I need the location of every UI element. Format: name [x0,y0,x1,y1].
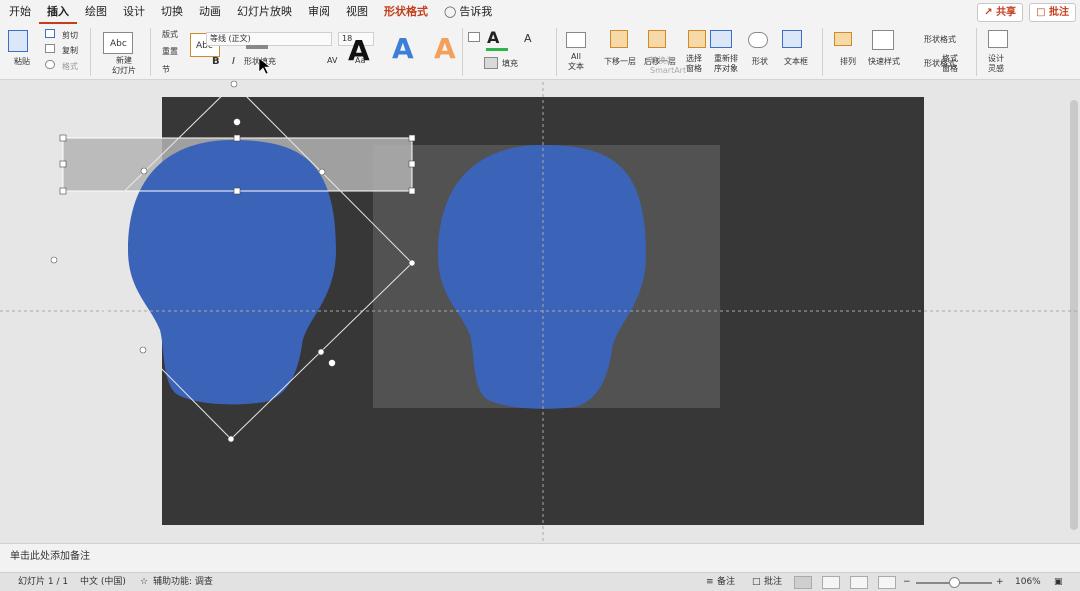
slideshow-icon[interactable] [878,576,896,589]
rectangle-rotate-handle[interactable] [233,118,241,126]
slide-count: 幻灯片 1 / 1 [18,577,69,587]
accessibility-icon[interactable]: ☆ [140,573,148,591]
language[interactable]: 中文 (中国) [80,573,126,591]
notes-pane[interactable]: 单击此处添加备注 [0,543,1080,572]
accessibility-status[interactable]: 辅助功能: 调查 [153,573,213,591]
left-head-shape[interactable] [128,140,336,405]
reading-view-icon[interactable] [850,576,868,589]
fit-window-icon[interactable]: ▣ [1054,573,1063,591]
slide-overlay [0,57,1080,543]
zoom-slider-thumb[interactable] [949,577,960,588]
zoom-level[interactable]: 106% [1015,573,1041,591]
comment-icon[interactable]: □ [752,573,761,591]
status-bar: 幻灯片 1 / 1 中文 (中国) ☆ 辅助功能: 调查 ≡ 备注 □ 批注 −… [0,572,1080,591]
comments-button[interactable]: 批注 [764,573,782,591]
notes-placeholder: 单击此处添加备注 [10,551,90,562]
mouse-cursor [258,57,271,75]
zoom-out-button[interactable]: − [903,573,911,591]
slide-sorter-icon[interactable] [822,576,840,589]
zoom-in-button[interactable]: + [996,573,1004,591]
normal-view-icon[interactable] [794,576,812,589]
notes-button[interactable]: 备注 [717,573,735,591]
rotated-rotate-handle[interactable] [328,359,336,367]
notes-icon[interactable]: ≡ [706,573,714,591]
